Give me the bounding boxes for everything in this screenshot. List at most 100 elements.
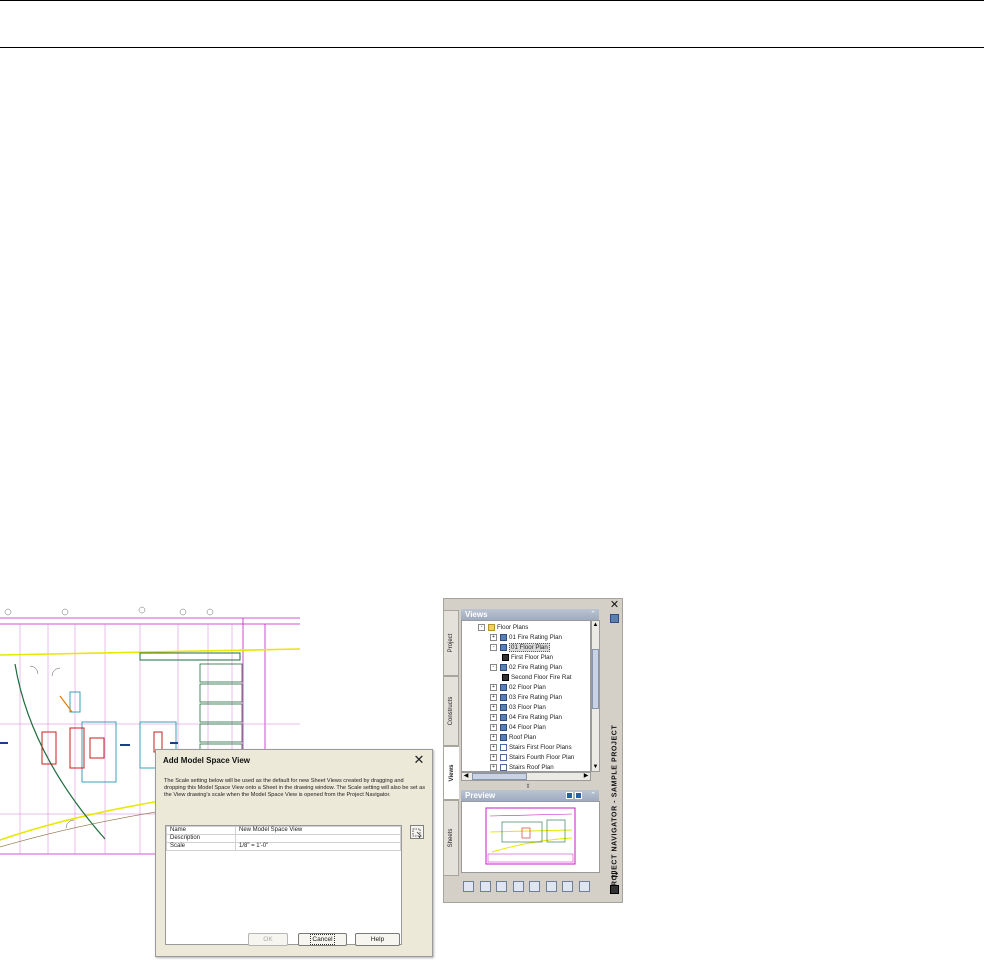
table-row[interactable]: Name New Model Space View <box>166 826 401 835</box>
modelspace-icon <box>502 673 509 681</box>
view-icon <box>500 723 507 731</box>
preview-image-toggle-icon[interactable] <box>566 792 573 799</box>
scroll-left-icon[interactable]: ◀ <box>462 773 470 780</box>
name-field[interactable]: New Model Space View <box>235 826 401 835</box>
new-category-icon[interactable] <box>463 881 474 892</box>
name-label: Name <box>166 826 236 835</box>
properties-grid: Name New Model Space View Description Sc… <box>165 825 402 945</box>
new-section-view-icon[interactable] <box>512 881 524 892</box>
expand-node-icon[interactable]: + <box>490 703 497 711</box>
description-field[interactable] <box>235 834 401 843</box>
scroll-thumb-horizontal[interactable] <box>472 773 527 780</box>
ok-button[interactable]: OK <box>248 933 288 946</box>
expand-node-icon[interactable]: + <box>490 693 497 701</box>
expand-node-icon[interactable]: + <box>490 723 497 731</box>
tree-item-label: 02 Fire Rating Plan <box>509 664 562 671</box>
expand-node-icon[interactable]: + <box>490 763 497 771</box>
collapse-node-icon[interactable]: - <box>490 643 497 651</box>
regenerate-icon[interactable] <box>562 881 573 892</box>
close-palette-icon[interactable]: ✕ <box>609 600 620 611</box>
tree-item[interactable]: + Stairs Roof Plan <box>490 763 554 771</box>
view-icon <box>500 683 507 691</box>
collapse-node-icon[interactable]: - <box>490 663 497 671</box>
tree-item[interactable]: - 02 Fire Rating Plan <box>490 663 562 672</box>
header-rule <box>0 47 984 48</box>
new-elevation-view-icon[interactable] <box>529 881 540 892</box>
schedule-icon[interactable] <box>545 881 557 892</box>
tree-item[interactable]: +03 Floor Plan <box>490 703 546 712</box>
view-icon <box>500 733 507 741</box>
table-row[interactable]: Description <box>166 834 401 843</box>
tree-item[interactable]: + Roof Plan <box>490 733 536 742</box>
expand-node-icon[interactable]: + <box>490 733 497 741</box>
collapse-preview-icon[interactable]: ⌃ <box>590 791 596 800</box>
tab-constructs[interactable]: Constructs <box>443 676 459 746</box>
help-button[interactable]: Help <box>355 933 400 946</box>
tab-project[interactable]: Project <box>443 610 459 676</box>
modelspace-icon <box>502 653 509 661</box>
view-icon <box>500 643 507 651</box>
tree-item-label: 01 Floor Plan <box>509 643 550 652</box>
scale-label: Scale <box>166 842 236 851</box>
preview-detail-toggle-icon[interactable] <box>575 792 582 799</box>
tree-item[interactable]: - 01 Floor Plan <box>490 643 550 652</box>
view-icon <box>500 703 507 711</box>
scroll-thumb[interactable] <box>592 649 599 709</box>
tab-sheets[interactable]: Sheets <box>443 800 459 876</box>
views-vertical-scrollbar[interactable]: ▲ ▼ <box>591 620 600 772</box>
scroll-down-icon[interactable]: ▼ <box>592 763 599 771</box>
description-label: Description <box>166 834 236 843</box>
tree-item-label: Roof Plan <box>509 734 537 741</box>
tree-item[interactable]: Second Floor Fire Rat <box>502 673 572 682</box>
collapse-node-icon[interactable]: - <box>478 623 485 631</box>
views-panel-header[interactable]: Views ⌃ <box>461 609 599 620</box>
tree-item-label: 04 Floor Plan <box>509 724 546 731</box>
properties-icon[interactable] <box>610 614 619 623</box>
scroll-up-icon[interactable]: ▲ <box>592 621 599 629</box>
view-icon <box>500 693 507 701</box>
ok-button-label: OK <box>263 936 273 943</box>
tab-views[interactable]: Views <box>443 746 459 800</box>
tab-constructs-label: Constructs <box>448 696 454 726</box>
tree-item[interactable]: + Stairs First Floor Plans <box>490 743 572 752</box>
help-button-label: Help <box>370 936 385 943</box>
preview-pane <box>461 801 600 873</box>
dialog-title: Add Model Space View <box>163 756 250 765</box>
cancel-button[interactable]: Cancel <box>298 933 347 946</box>
new-view-icon[interactable] <box>479 881 491 892</box>
expand-node-icon[interactable]: + <box>490 633 497 641</box>
select-region-button[interactable] <box>410 825 424 839</box>
tree-item[interactable]: +02 Floor Plan <box>490 683 546 692</box>
view-icon <box>500 633 507 641</box>
expand-node-icon[interactable]: + <box>490 753 497 761</box>
views-tree[interactable]: - Floor Plans +01 Fire Rating Plan -01 Floo… <box>461 620 591 772</box>
expand-node-icon[interactable]: + <box>490 713 497 721</box>
collapse-icon[interactable]: ⌃ <box>590 610 596 619</box>
palette-title-bar[interactable]: ✕ PROJECT NAVIGATOR - SAMPLE PROJECT ⇄ <box>606 598 623 903</box>
tree-item[interactable]: First Floor Plan <box>502 653 553 662</box>
tree-item-label: Floor Plans <box>497 624 529 631</box>
repath-icon[interactable] <box>578 881 590 892</box>
preview-thumbnail <box>485 807 576 865</box>
expand-node-icon[interactable]: + <box>490 743 497 751</box>
preview-panel-header[interactable]: Preview ⌃ <box>461 790 599 801</box>
tree-item[interactable]: - Floor Plans <box>478 623 528 632</box>
tree-item-label: Stairs Fourth Floor Plan <box>509 754 575 761</box>
expand-node-icon[interactable]: + <box>490 683 497 691</box>
palette-menu-icon[interactable] <box>610 885 619 894</box>
tree-item-label: First Floor Plan <box>511 654 553 661</box>
top-rule <box>0 0 984 1</box>
table-row[interactable]: Scale 1/8" = 1'-0" <box>166 842 401 851</box>
auto-hide-icon[interactable]: ⇄ <box>609 870 620 881</box>
scroll-right-icon[interactable]: ▶ <box>582 773 590 780</box>
close-icon[interactable]: ✕ <box>412 753 426 767</box>
tree-item[interactable]: +04 Floor Plan <box>490 723 546 732</box>
views-horizontal-scrollbar[interactable]: ◀ ▶ <box>461 772 591 781</box>
new-detail-view-icon[interactable] <box>496 881 507 892</box>
tree-item[interactable]: +03 Fire Rating Plan <box>490 693 562 702</box>
tree-item[interactable]: + Stairs Fourth Floor Plan <box>490 753 574 762</box>
dialog-title-bar[interactable]: Add Model Space View ✕ <box>156 750 432 772</box>
tree-item[interactable]: +04 Fire Rating Plan <box>490 713 562 722</box>
scale-field[interactable]: 1/8" = 1'-0" <box>235 842 401 851</box>
tree-item[interactable]: +01 Fire Rating Plan <box>490 633 562 642</box>
